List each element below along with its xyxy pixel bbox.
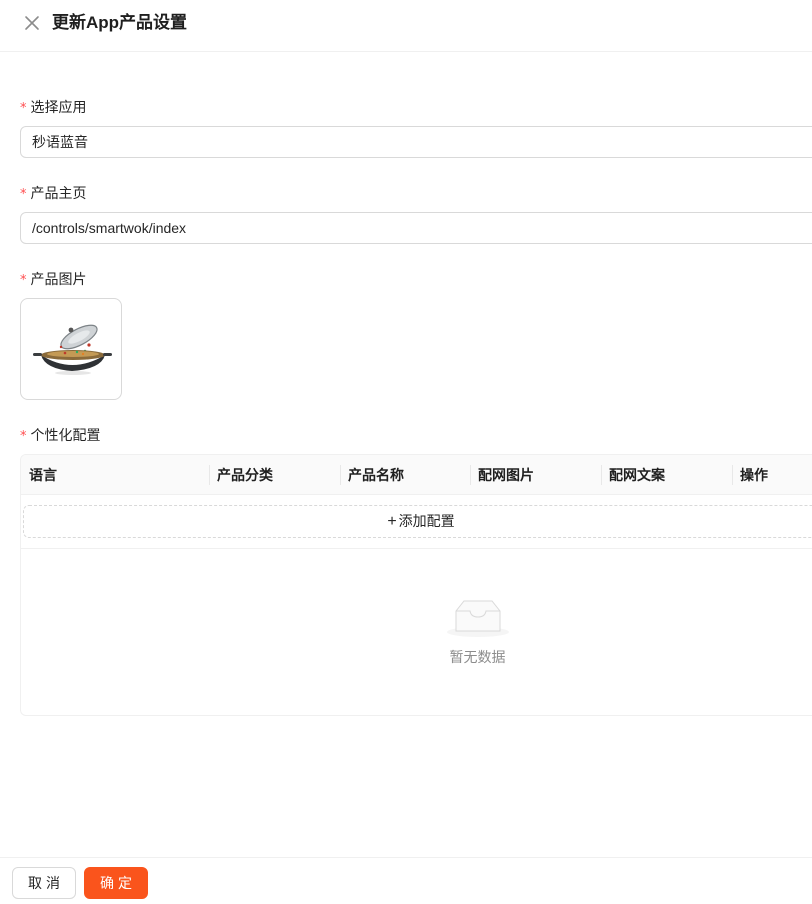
app-label: * 选择应用 — [20, 97, 87, 119]
image-upload[interactable] — [20, 298, 122, 400]
app-select[interactable]: 秒语蓝音 — [20, 126, 812, 158]
image-label: * 产品图片 — [20, 269, 87, 291]
cancel-button[interactable]: 取消 — [12, 867, 76, 899]
plus-icon: + — [387, 513, 397, 530]
add-config-label: 添加配置 — [398, 513, 455, 529]
config-label: * 个性化配置 — [20, 425, 101, 447]
empty-inbox-icon — [447, 600, 509, 637]
config-label-text: 个性化配置 — [30, 427, 101, 443]
column-header-network-text: 配网文案 — [609, 467, 665, 483]
required-mark: * — [20, 187, 27, 202]
close-button[interactable] — [22, 13, 42, 33]
required-mark: * — [20, 273, 27, 288]
drawer-title: 更新App产品设置 — [52, 13, 188, 32]
column-header-product-name: 产品名称 — [348, 467, 404, 483]
homepage-input[interactable]: /controls/smartwok/index — [20, 212, 812, 244]
close-icon[interactable] — [22, 13, 42, 33]
add-config-button[interactable]: + 添加配置 — [23, 505, 812, 538]
homepage-label: * 产品主页 — [20, 183, 87, 205]
image-label-text: 产品图片 — [30, 271, 87, 287]
config-table: 语言 产品分类 产品名称 配网图片 配网文案 操作 + 添加配置 暂无数据 — [20, 454, 812, 716]
column-header-category: 产品分类 — [217, 467, 273, 483]
column-header-actions: 操作 — [740, 467, 768, 483]
required-mark: * — [20, 101, 27, 116]
required-mark: * — [20, 429, 27, 444]
homepage-label-text: 产品主页 — [30, 185, 87, 201]
table-header: 语言 产品分类 产品名称 配网图片 配网文案 操作 — [21, 455, 812, 495]
empty-text: 暂无数据 — [449, 649, 506, 665]
app-label-text: 选择应用 — [30, 99, 87, 115]
drawer-header: 更新App产品设置 — [0, 0, 812, 52]
drawer-footer: 取消 确定 — [0, 857, 812, 904]
column-header-language: 语言 — [29, 467, 57, 483]
confirm-button[interactable]: 确定 — [84, 867, 148, 899]
column-header-network-image: 配网图片 — [478, 467, 534, 483]
row-divider — [21, 548, 812, 549]
wok-pan-image — [33, 324, 112, 375]
